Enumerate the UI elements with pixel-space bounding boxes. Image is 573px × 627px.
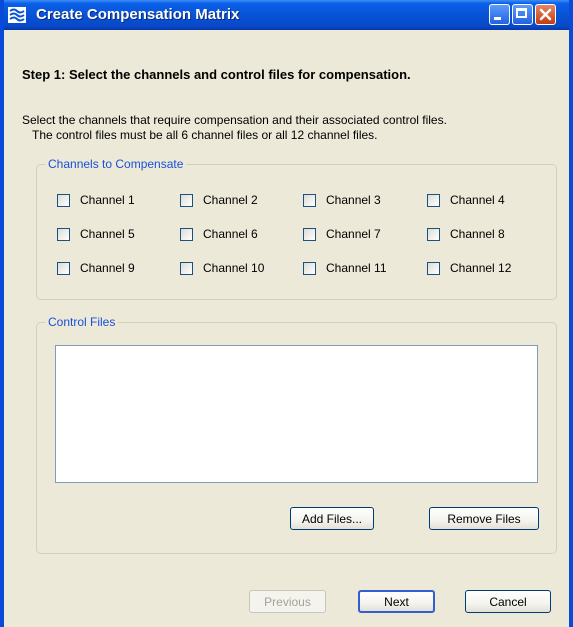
window-title: Create Compensation Matrix	[36, 6, 240, 23]
channel-label: Channel 9	[80, 261, 135, 275]
checkbox-box[interactable]	[180, 227, 193, 241]
checkbox-box[interactable]	[57, 261, 70, 275]
channel-label: Channel 8	[450, 227, 505, 241]
channel-label: Channel 1	[80, 193, 135, 207]
channels-group-label: Channels to Compensate	[45, 157, 187, 171]
channel-9-checkbox[interactable]: Channel 9	[57, 260, 135, 276]
next-button[interactable]: Next	[358, 590, 435, 613]
checkbox-box[interactable]	[180, 261, 193, 275]
compensation-dialog: Create Compensation Matrix Step 1: Selec…	[0, 0, 573, 627]
channel-label: Channel 4	[450, 193, 505, 207]
channel-label: Channel 10	[203, 261, 265, 275]
checkbox-box[interactable]	[427, 261, 440, 275]
channel-label: Channel 6	[203, 227, 258, 241]
control-files-listbox[interactable]	[55, 345, 538, 483]
channel-8-checkbox[interactable]: Channel 8	[427, 226, 505, 242]
channel-10-checkbox[interactable]: Channel 10	[180, 260, 264, 276]
channel-label: Channel 11	[326, 261, 387, 275]
channel-7-checkbox[interactable]: Channel 7	[303, 226, 381, 242]
checkbox-box[interactable]	[303, 193, 316, 207]
cancel-button[interactable]: Cancel	[465, 590, 551, 613]
checkbox-box[interactable]	[57, 227, 70, 241]
remove-files-button[interactable]: Remove Files	[429, 507, 539, 530]
channel-3-checkbox[interactable]: Channel 3	[303, 192, 381, 208]
description-line-2: The control files must be all 6 channel …	[32, 128, 378, 142]
channel-11-checkbox[interactable]: Channel 11	[303, 260, 387, 276]
add-files-button[interactable]: Add Files...	[290, 507, 374, 530]
channel-12-checkbox[interactable]: Channel 12	[427, 260, 511, 276]
description-line-1: Select the channels that require compens…	[22, 113, 447, 127]
channels-groupbox: Channels to Compensate Channel 1 Channel…	[36, 157, 557, 300]
channel-1-checkbox[interactable]: Channel 1	[57, 192, 135, 208]
checkbox-box[interactable]	[303, 261, 316, 275]
previous-button[interactable]: Previous	[249, 590, 326, 613]
checkbox-box[interactable]	[57, 193, 70, 207]
channel-2-checkbox[interactable]: Channel 2	[180, 192, 258, 208]
channel-label: Channel 2	[203, 193, 258, 207]
channel-label: Channel 7	[326, 227, 381, 241]
maximize-button[interactable]	[512, 4, 533, 25]
checkbox-box[interactable]	[427, 193, 440, 207]
title-bar[interactable]: Create Compensation Matrix	[4, 0, 569, 30]
channel-label: Channel 5	[80, 227, 135, 241]
channel-label: Channel 12	[450, 261, 512, 275]
control-files-groupbox: Control Files Add Files... Remove Files	[36, 315, 557, 554]
close-icon	[539, 8, 552, 21]
checkbox-box[interactable]	[427, 227, 440, 241]
channel-label: Channel 3	[326, 193, 381, 207]
step-title: Step 1: Select the channels and control …	[22, 67, 411, 82]
checkbox-box[interactable]	[180, 193, 193, 207]
minimize-button[interactable]	[489, 4, 510, 25]
channel-5-checkbox[interactable]: Channel 5	[57, 226, 135, 242]
channel-4-checkbox[interactable]: Channel 4	[427, 192, 505, 208]
checkbox-box[interactable]	[303, 227, 316, 241]
channel-6-checkbox[interactable]: Channel 6	[180, 226, 258, 242]
app-logo-icon	[8, 7, 26, 23]
control-files-group-label: Control Files	[45, 315, 119, 329]
close-button[interactable]	[535, 4, 556, 25]
